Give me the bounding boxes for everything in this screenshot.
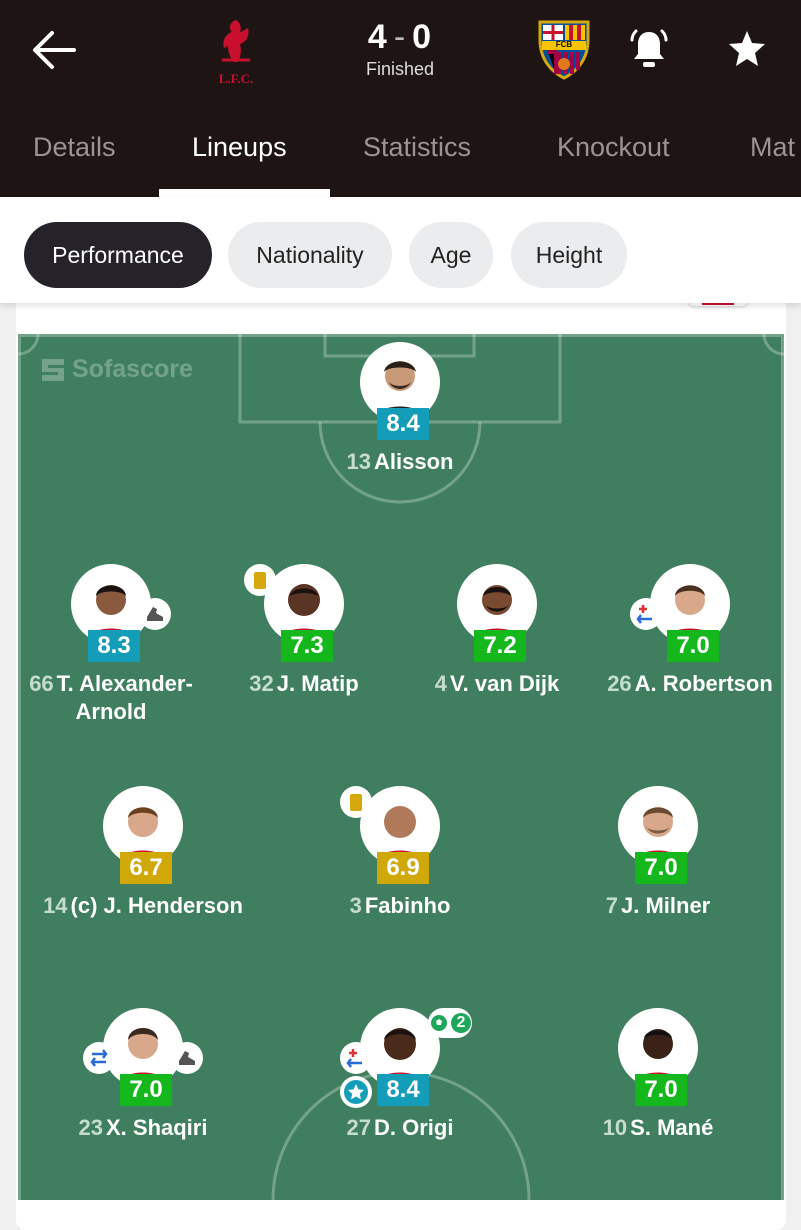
favorite-button[interactable] <box>722 24 772 74</box>
player-number: 27 <box>346 1115 372 1140</box>
goals-count: 2 <box>451 1013 471 1033</box>
match-tabs: Details Lineups Statistics Knockout Mat <box>0 118 801 197</box>
player-rating: 8.4 <box>377 408 429 440</box>
player-name-text: A. Robertson <box>634 671 773 696</box>
player-rating: 8.4 <box>377 1074 429 1106</box>
fcb-crest-icon <box>538 20 590 80</box>
player-name: 27 D. Origi <box>280 1114 520 1142</box>
home-team-label: L.F.C. <box>218 71 254 86</box>
watermark-text: Sofascore <box>72 355 193 383</box>
swap-icon <box>90 1049 108 1067</box>
substitution-icon <box>346 1049 362 1068</box>
player-number: 32 <box>249 671 274 696</box>
goals-badge: 2 <box>428 1008 472 1038</box>
boot-icon <box>147 607 163 621</box>
player-number: 14 <box>43 893 68 918</box>
back-button[interactable] <box>26 26 80 74</box>
player-rating: 6.9 <box>377 852 429 884</box>
tab-knockout[interactable]: Knockout <box>557 132 670 163</box>
substitution-badge <box>340 1042 372 1074</box>
active-tab-indicator <box>159 189 330 197</box>
player-name: 26 A. Robertson <box>570 670 801 698</box>
player-name-text: (c) J. Henderson <box>70 893 243 918</box>
player-number: 10 <box>602 1115 628 1140</box>
player-name: 3 Fabinho <box>280 892 520 920</box>
score-separator: - <box>393 18 407 56</box>
barcelona-crest[interactable]: FCB <box>536 18 592 80</box>
yellow-card-icon <box>254 571 266 589</box>
substitution-badge <box>83 1042 115 1074</box>
player-name-text: S. Mané <box>630 1115 714 1140</box>
tab-statistics[interactable]: Statistics <box>363 132 471 163</box>
boot-badge <box>139 598 171 630</box>
player-name-text: Fabinho <box>364 893 451 918</box>
player-number: 3 <box>349 893 362 918</box>
substitution-icon <box>636 605 652 624</box>
player-rating: 7.0 <box>635 1074 687 1106</box>
player-name: 23 X. Shaqiri <box>23 1114 263 1142</box>
player-number: 66 <box>29 671 54 696</box>
lineup-filter-bar: Performance Nationality Age Height <box>0 197 801 303</box>
player-number: 13 <box>346 449 371 474</box>
player-rating: 7.3 <box>281 630 333 662</box>
player-name: 13 Alisson <box>280 448 520 476</box>
player-name: 14 (c) J. Henderson <box>23 892 263 920</box>
filter-age[interactable]: Age <box>409 222 493 288</box>
player-name: 10 S. Mané <box>538 1114 778 1142</box>
player-rating: 7.0 <box>635 852 687 884</box>
boot-icon <box>179 1051 195 1065</box>
tab-lineups[interactable]: Lineups <box>192 132 287 163</box>
player-rating: 8.3 <box>88 630 140 662</box>
arrow-left-icon <box>33 31 76 69</box>
sofascore-logo-icon <box>42 358 64 381</box>
player-rating: 7.0 <box>667 630 719 662</box>
substitution-badge <box>630 598 662 630</box>
filter-nationality[interactable]: Nationality <box>228 222 392 288</box>
liverpool-crest[interactable]: L.F.C. <box>210 16 262 86</box>
player-name-text: J. Matip <box>276 671 359 696</box>
player-name-text: V. van Dijk <box>450 671 560 696</box>
player-name-text: D. Origi <box>374 1115 454 1140</box>
score-away: 0 <box>412 18 433 56</box>
player-rating: 7.2 <box>474 630 526 662</box>
player-name-text: Arnold <box>75 699 147 724</box>
filter-performance[interactable]: Performance <box>24 222 212 288</box>
filter-height[interactable]: Height <box>511 222 627 288</box>
match-header: L.F.C. 4-0 Finished FCB Details Lineups … <box>0 0 801 197</box>
player-rating: 6.7 <box>120 852 172 884</box>
score: 4-0 <box>340 18 460 57</box>
tab-details[interactable]: Details <box>33 132 116 163</box>
boot-badge <box>171 1042 203 1074</box>
football-icon <box>430 1014 448 1032</box>
player-number: 7 <box>605 893 618 918</box>
yellow-card-badge <box>244 564 276 596</box>
player-name-text: Alisson <box>374 449 454 474</box>
player-name-text: X. Shaqiri <box>106 1115 208 1140</box>
score-block: 4-0 Finished <box>340 18 460 80</box>
player-name: 7 J. Milner <box>538 892 778 920</box>
player-name-text: T. Alexander- <box>56 671 193 696</box>
tab-matches[interactable]: Mat <box>750 132 795 163</box>
star-icon <box>729 31 765 66</box>
star-badge-icon <box>344 1080 368 1104</box>
match-status: Finished <box>365 59 435 79</box>
player-name-text: J. Milner <box>621 893 711 918</box>
player-number: 26 <box>607 671 632 696</box>
player-rating: 7.0 <box>120 1074 172 1106</box>
yellow-card-icon <box>350 793 362 811</box>
away-team-label: FCB <box>555 40 573 49</box>
man-of-match-badge <box>340 1076 372 1108</box>
liverbird-icon <box>222 20 250 62</box>
yellow-card-badge <box>340 786 372 818</box>
notifications-button[interactable] <box>624 24 674 74</box>
player-number: 23 <box>78 1115 103 1140</box>
score-home: 4 <box>367 18 388 56</box>
player-number: 4 <box>434 671 447 696</box>
bell-ringing-icon <box>630 29 668 67</box>
sofascore-watermark: Sofascore <box>40 355 193 384</box>
